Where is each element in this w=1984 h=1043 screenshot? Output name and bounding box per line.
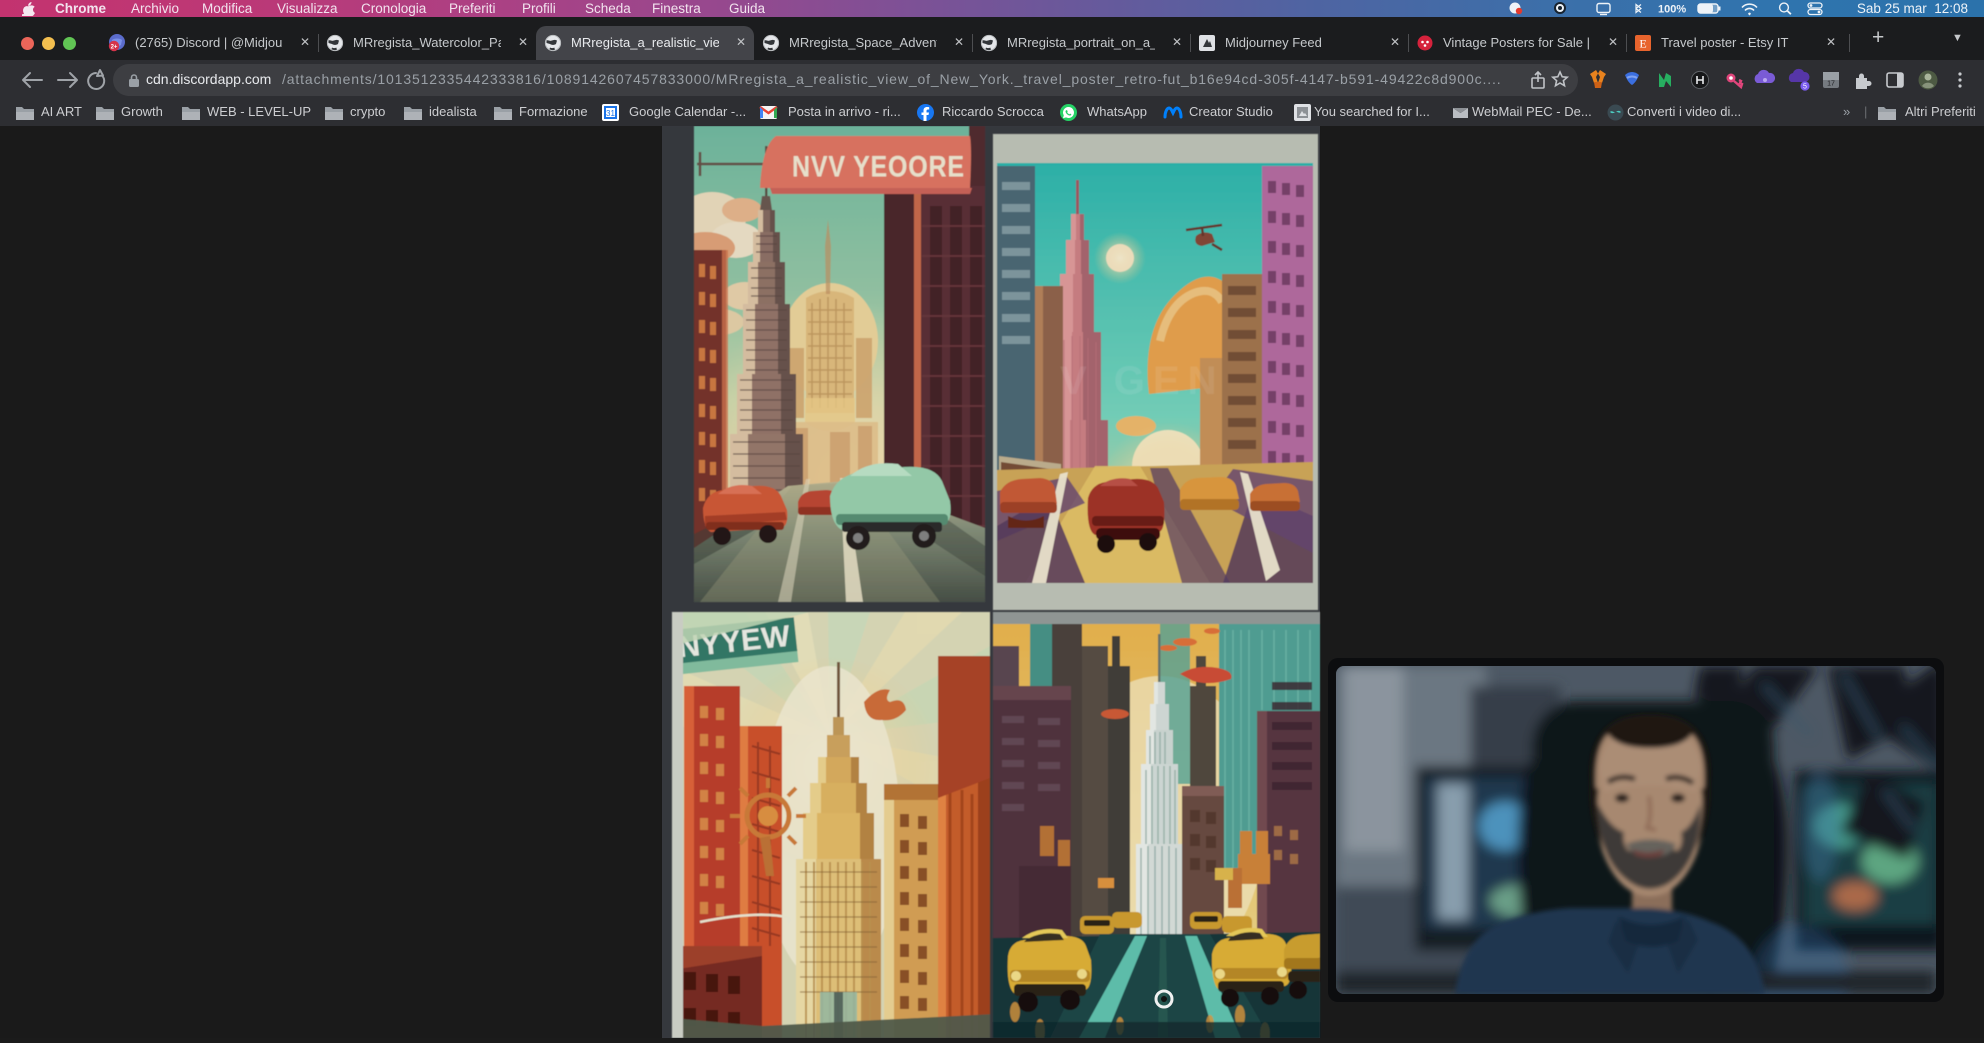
svg-text:31: 31	[606, 109, 615, 118]
svg-text:E: E	[1639, 37, 1646, 51]
svg-text:17: 17	[1827, 81, 1835, 88]
svg-text:100%: 100%	[1658, 4, 1686, 16]
svg-text:2+: 2+	[111, 45, 118, 51]
svg-text:5: 5	[1803, 84, 1807, 91]
